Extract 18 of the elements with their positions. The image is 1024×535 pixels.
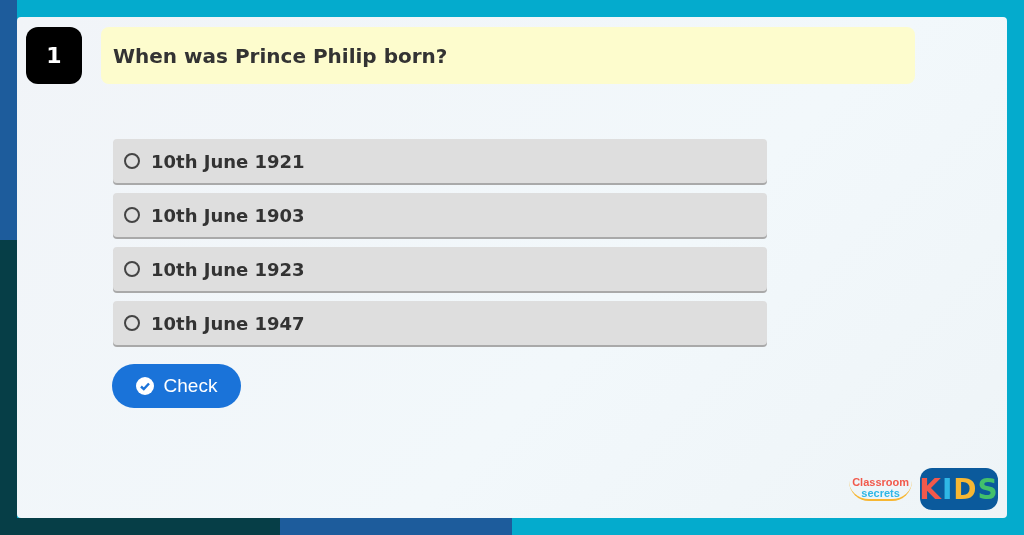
option-label: 10th June 1903 bbox=[151, 204, 305, 226]
option-label: 10th June 1947 bbox=[151, 312, 305, 334]
answer-option[interactable]: 10th June 1903 bbox=[113, 193, 767, 237]
kids-badge: KIDS bbox=[920, 468, 998, 510]
radio-button[interactable] bbox=[124, 153, 140, 169]
question-text: When was Prince Philip born? bbox=[101, 27, 915, 84]
radio-button[interactable] bbox=[124, 261, 140, 277]
check-circle-icon bbox=[135, 377, 154, 395]
answer-option[interactable]: 10th June 1921 bbox=[113, 139, 767, 183]
brand-logo: Classroom secrets bbox=[849, 477, 912, 501]
radio-button[interactable] bbox=[124, 315, 140, 331]
question-number: 1 bbox=[26, 27, 82, 84]
option-label: 10th June 1921 bbox=[151, 150, 305, 172]
check-button[interactable]: Check bbox=[112, 364, 241, 408]
answer-option[interactable]: 10th June 1947 bbox=[113, 301, 767, 345]
answer-option[interactable]: 10th June 1923 bbox=[113, 247, 767, 291]
radio-button[interactable] bbox=[124, 207, 140, 223]
option-label: 10th June 1923 bbox=[151, 258, 305, 280]
